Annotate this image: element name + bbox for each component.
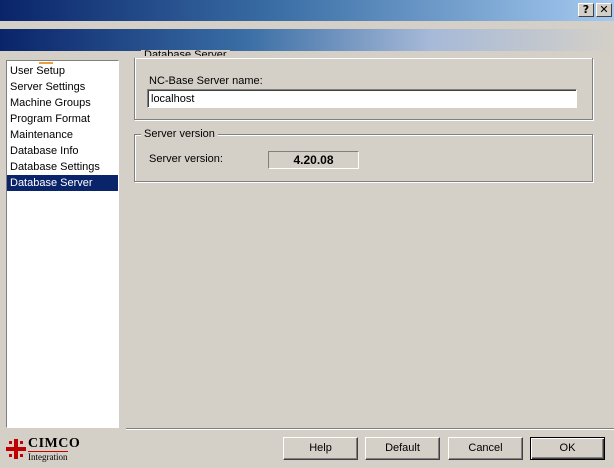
footer-separator xyxy=(126,428,614,430)
logo-subtitle: Integration xyxy=(28,451,68,462)
close-icon: ✕ xyxy=(599,3,609,16)
help-button[interactable]: Help xyxy=(283,437,358,460)
sidebar-item-user-setup[interactable]: User Setup xyxy=(7,63,118,79)
close-button[interactable]: ✕ xyxy=(596,3,612,17)
server-version-value: 4.20.08 xyxy=(268,151,359,169)
sidebar-item-database-server[interactable]: Database Server xyxy=(7,175,118,191)
default-button[interactable]: Default xyxy=(365,437,440,460)
sidebar-item-machine-groups[interactable]: Machine Groups xyxy=(7,95,118,111)
cimco-emblem-icon xyxy=(6,439,26,459)
server-name-input[interactable] xyxy=(147,89,577,108)
sidebar-item-maintenance[interactable]: Maintenance xyxy=(7,127,118,143)
cancel-button[interactable]: Cancel xyxy=(448,437,523,460)
server-name-label: NC-Base Server name: xyxy=(149,75,263,87)
ok-button[interactable]: OK xyxy=(530,437,605,460)
sidebar-item-database-info[interactable]: Database Info xyxy=(7,143,118,159)
question-icon: ? xyxy=(582,3,590,16)
sidebar-item-server-settings[interactable]: Server Settings xyxy=(7,79,118,95)
database-server-group-legend: Database Server xyxy=(141,50,230,56)
context-help-button[interactable]: ? xyxy=(578,3,594,17)
logo-name: CIMCO xyxy=(28,436,81,451)
server-version-label: Server version: xyxy=(149,153,223,165)
server-version-group-legend: Server version xyxy=(141,128,218,140)
settings-category-list[interactable]: User Setup Server Settings Machine Group… xyxy=(6,60,119,428)
title-bar: ? ✕ xyxy=(0,0,614,21)
header-banner xyxy=(0,29,614,51)
sidebar-item-program-format[interactable]: Program Format xyxy=(7,111,118,127)
sidebar-item-database-settings[interactable]: Database Settings xyxy=(7,159,118,175)
cimco-logo: CIMCO Integration xyxy=(6,436,86,462)
